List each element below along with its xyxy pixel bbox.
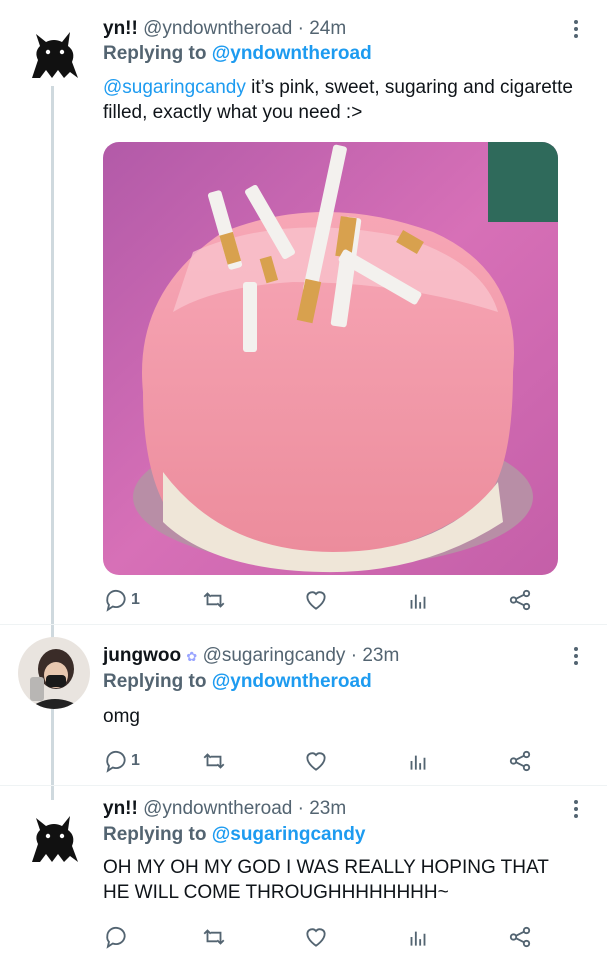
handle[interactable]: @yndowntheroad [143, 18, 292, 39]
replying-to-mention[interactable]: @yndowntheroad [212, 671, 372, 692]
views-button[interactable] [405, 923, 431, 951]
share-button[interactable] [507, 586, 533, 614]
replying-to: Replying to @yndowntheroad [103, 42, 372, 66]
tweet-header: yn!! @yndowntheroad · 24m [103, 17, 346, 41]
like-button[interactable] [303, 923, 329, 951]
like-button[interactable] [303, 747, 329, 775]
replying-to: Replying to @yndowntheroad [103, 670, 372, 694]
retweet-icon [203, 929, 225, 945]
tweet-mention[interactable]: @sugaringcandy [103, 77, 246, 98]
more-icon[interactable] [566, 644, 586, 668]
avatar-black-cat-icon[interactable] [18, 800, 90, 872]
display-name[interactable]: yn!! [103, 798, 138, 819]
replying-to-label: Replying to [103, 824, 207, 845]
like-icon [306, 591, 326, 610]
tweet-actions [103, 923, 543, 951]
retweet-button[interactable] [201, 586, 227, 614]
more-icon[interactable] [566, 17, 586, 41]
avatar-black-cat-icon[interactable] [18, 16, 90, 88]
views-button[interactable] [405, 586, 431, 614]
reply-icon [106, 750, 126, 773]
flower-emoji-icon: ✿ [186, 649, 198, 664]
share-icon [509, 589, 531, 611]
timestamp[interactable]: 24m [309, 18, 346, 39]
share-button[interactable] [507, 923, 533, 951]
reply-icon [106, 589, 126, 612]
views-icon [410, 755, 426, 770]
tweet-2[interactable]: jungwoo ✿ @sugaringcandy · 23m Replying … [0, 625, 607, 785]
like-icon [306, 752, 326, 771]
tweet-text: @sugaringcandy it’s pink, sweet, sugarin… [103, 75, 583, 125]
share-button[interactable] [507, 747, 533, 775]
separator-dot: · [297, 798, 304, 819]
tweet-header: yn!! @yndowntheroad · 23m [103, 797, 346, 821]
reply-count: 1 [131, 591, 140, 608]
handle[interactable]: @sugaringcandy [203, 645, 346, 666]
reply-count: 1 [131, 752, 140, 769]
separator-dot: · [350, 645, 358, 666]
reply-button[interactable]: 1 [103, 747, 140, 775]
tweet-header: jungwoo ✿ @sugaringcandy · 23m [103, 644, 399, 669]
display-name[interactable]: jungwoo [103, 645, 181, 666]
retweet-button[interactable] [201, 923, 227, 951]
tweet-actions: 1 [103, 586, 543, 614]
timestamp[interactable]: 23m [362, 645, 399, 666]
tweet-image-cake[interactable] [103, 142, 558, 575]
avatar-profile-photo[interactable] [18, 637, 90, 709]
separator-dot: · [297, 18, 304, 39]
more-icon[interactable] [566, 797, 586, 821]
replying-to: Replying to @sugaringcandy [103, 823, 365, 847]
views-icon [410, 931, 426, 946]
retweet-icon [203, 753, 225, 769]
reply-icon [106, 926, 126, 949]
replying-to-label: Replying to [103, 671, 207, 692]
tweet-1[interactable]: yn!! @yndowntheroad · 24m Replying to @y… [0, 0, 607, 620]
tweet-text: omg [103, 706, 140, 727]
replying-to-label: Replying to [103, 43, 207, 64]
retweet-button[interactable] [201, 747, 227, 775]
reply-button[interactable]: 1 [103, 586, 140, 614]
like-button[interactable] [303, 586, 329, 614]
display-name[interactable]: yn!! [103, 18, 138, 39]
handle[interactable]: @yndowntheroad [143, 798, 292, 819]
conversation-thread: yn!! @yndowntheroad · 24m Replying to @y… [0, 0, 607, 960]
views-button[interactable] [405, 747, 431, 775]
share-icon [509, 926, 531, 948]
like-icon [306, 928, 326, 947]
reply-button[interactable] [103, 923, 131, 951]
replying-to-mention[interactable]: @yndowntheroad [212, 43, 372, 64]
views-icon [410, 594, 426, 609]
tweet-actions: 1 [103, 747, 543, 775]
retweet-icon [203, 592, 225, 608]
timestamp[interactable]: 23m [309, 798, 346, 819]
replying-to-mention[interactable]: @sugaringcandy [212, 824, 366, 845]
share-icon [509, 750, 531, 772]
tweet-text: OH MY OH MY GOD I WAS REALLY HOPING THAT… [103, 857, 549, 903]
tweet-3[interactable]: yn!! @yndowntheroad · 23m Replying to @s… [0, 786, 607, 960]
